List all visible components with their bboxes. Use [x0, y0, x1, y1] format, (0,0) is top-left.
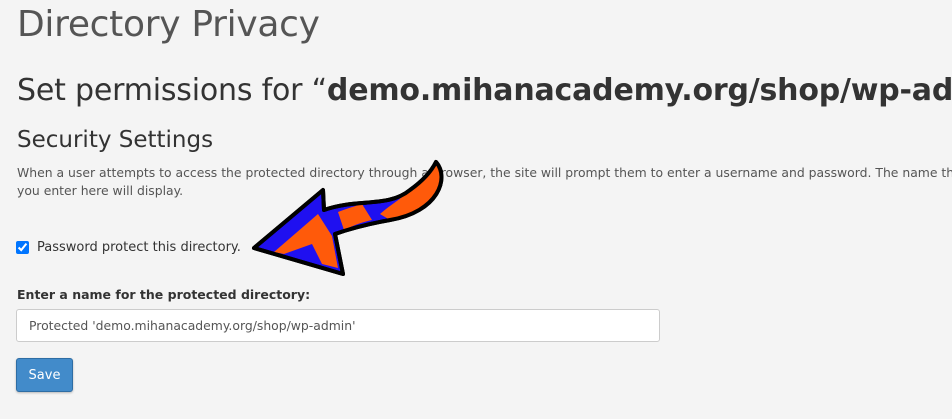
security-settings-heading: Security Settings [17, 127, 214, 153]
password-protect-row[interactable]: Password protect this directory. [16, 240, 241, 255]
directory-path: demo.mihanacademy.org/shop/wp-admin [326, 73, 952, 108]
permissions-prefix: Set permissions for “ [17, 73, 327, 108]
permissions-heading: Set permissions for “demo.mihanacademy.o… [17, 73, 952, 108]
page-title: Directory Privacy [17, 4, 320, 45]
password-protect-label: Password protect this directory. [37, 240, 241, 255]
arrow-stripe-head [274, 214, 338, 268]
security-description: When a user attempts to access the prote… [17, 165, 952, 198]
arrow-stripe-middle [338, 204, 372, 230]
directory-name-input[interactable] [16, 309, 660, 342]
password-protect-checkbox[interactable] [16, 241, 29, 254]
directory-name-label: Enter a name for the protected directory… [17, 287, 311, 302]
directory-privacy-page: Directory Privacy Set permissions for “d… [0, 0, 952, 419]
save-button[interactable]: Save [16, 358, 73, 392]
